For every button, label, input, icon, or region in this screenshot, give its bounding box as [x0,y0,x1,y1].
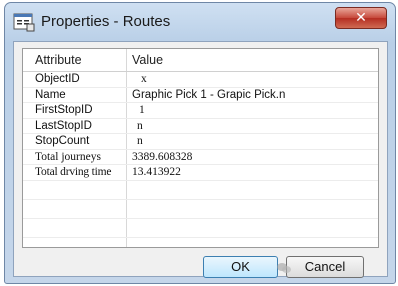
value-cell[interactable]: 1 [127,103,378,118]
empty-cell [23,237,127,247]
value-cell[interactable]: x [127,72,378,87]
empty-cell [23,218,127,237]
attribute-cell: Name [23,87,127,102]
empty-row [23,180,378,200]
value-cell[interactable]: 3389.608328 [127,150,378,165]
watermark-logo [277,262,291,277]
column-header-attribute[interactable]: Attribute [23,49,127,71]
empty-row [23,218,378,238]
attribute-cell: Total drving time [23,165,127,180]
attribute-cell: FirstStopID [23,103,127,118]
properties-dialog: Properties - Routes ✕ Attribute Value Ob… [4,2,396,284]
table-row[interactable]: FirstStopID 1 [23,103,378,119]
empty-cell [23,199,127,218]
table-row[interactable]: ObjectID x [23,72,378,88]
empty-cell [127,238,378,248]
dialog-body: Attribute Value ObjectID x Name Graphic … [13,41,388,278]
attribute-cell: StopCount [23,134,127,149]
column-header-value[interactable]: Value [127,49,378,71]
table-row[interactable]: Name Graphic Pick 1 - Grapic Pick.n [23,87,378,103]
empty-cell [127,181,378,199]
attribute-cell: LastStopID [23,118,127,133]
table-row[interactable]: Total journeys 3389.608328 [23,149,378,165]
empty-cell [23,180,127,199]
table-row[interactable]: StopCount n [23,134,378,150]
close-button[interactable]: ✕ [335,7,387,29]
empty-row [23,237,378,248]
properties-grid: Attribute Value ObjectID x Name Graphic … [22,48,379,248]
value-cell[interactable]: n [127,134,378,149]
cancel-button[interactable]: Cancel [286,256,364,278]
dialog-title: Properties - Routes [41,13,171,30]
value-cell[interactable]: Graphic Pick 1 - Grapic Pick.n [127,88,378,103]
grid-header: Attribute Value [23,49,378,72]
empty-row [23,199,378,219]
table-row[interactable]: LastStopID n [23,118,378,134]
attribute-cell: Total journeys [23,149,127,164]
table-row[interactable]: Total drving time 13.413922 [23,165,378,181]
attribute-cell: ObjectID [23,72,127,87]
empty-cell [127,219,378,237]
properties-icon [13,12,35,32]
value-cell[interactable]: 13.413922 [127,165,378,180]
title-bar[interactable]: Properties - Routes ✕ [5,3,395,41]
ok-button[interactable]: OK [203,256,278,278]
empty-cell [127,200,378,218]
value-cell[interactable]: n [127,119,378,134]
